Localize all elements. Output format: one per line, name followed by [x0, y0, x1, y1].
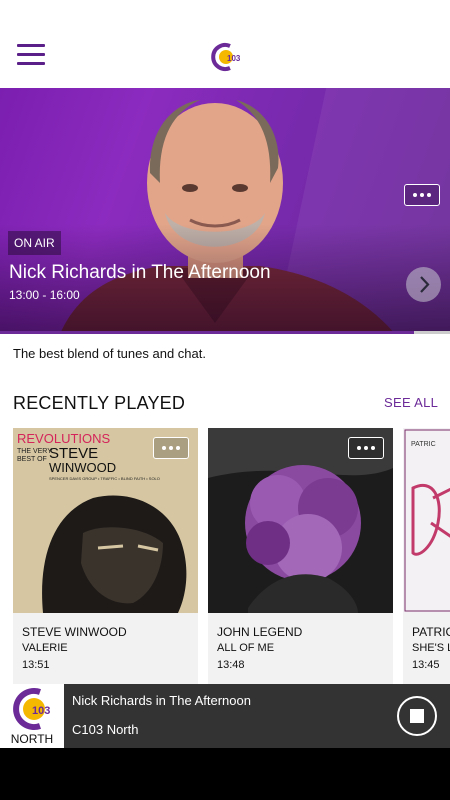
recently-played-card[interactable]: JOHN LEGEND ALL OF ME 13:48 — [208, 428, 393, 684]
station-tagline: The best blend of tunes and chat. — [13, 346, 206, 361]
see-all-link[interactable]: SEE ALL — [384, 395, 438, 410]
chevron-right-icon — [420, 276, 430, 293]
top-bar: 103 — [0, 0, 450, 88]
track-info: STEVE WINWOOD VALERIE 13:51 — [13, 613, 198, 684]
album-cover-image: PATRIC — [403, 428, 450, 613]
show-title: Nick Richards in The Afternoon — [9, 262, 271, 283]
card-more-options-button[interactable] — [348, 437, 384, 459]
recently-played-card[interactable]: REVOLUTIONS THE VERY BEST OF STEVE WINWO… — [13, 428, 198, 684]
now-playing-bar[interactable]: 103 NORTH Nick Richards in The Afternoon… — [0, 684, 450, 748]
svg-text:BEST OF: BEST OF — [17, 456, 47, 463]
track-title: ALL OF ME — [217, 642, 275, 654]
track-artist: STEVE WINWOOD — [22, 625, 127, 639]
show-progress-bar — [0, 331, 450, 334]
svg-text:WINWOOD: WINWOOD — [49, 460, 116, 475]
more-options-icon — [413, 193, 431, 197]
recently-played-card[interactable]: PATRIC PATRICK SHE'S L 13:45 — [403, 428, 450, 684]
svg-text:REVOLUTIONS: REVOLUTIONS — [17, 431, 111, 446]
now-playing-station: C103 North — [72, 722, 139, 737]
station-region: NORTH — [10, 732, 54, 746]
c103-logo: 103 — [13, 688, 50, 730]
hamburger-menu-icon[interactable] — [17, 44, 45, 66]
hero-more-options-button[interactable] — [404, 184, 440, 206]
svg-text:PATRIC: PATRIC — [411, 441, 436, 448]
svg-text:103: 103 — [32, 705, 50, 717]
svg-text:103: 103 — [227, 54, 241, 63]
on-air-badge: ON AIR — [8, 231, 61, 255]
album-art: PATRIC — [403, 428, 450, 613]
stop-icon — [410, 709, 424, 723]
track-title: VALERIE — [22, 642, 68, 654]
track-info: PATRICK SHE'S L 13:45 — [403, 613, 450, 684]
stop-button[interactable] — [397, 696, 437, 736]
track-info: JOHN LEGEND ALL OF ME 13:48 — [208, 613, 393, 684]
track-artist: JOHN LEGEND — [217, 625, 303, 639]
more-options-icon — [162, 446, 180, 450]
more-options-icon — [357, 446, 375, 450]
track-time: 13:45 — [412, 659, 440, 671]
station-logo: 103 NORTH — [0, 684, 64, 748]
c103-logo: 103 — [211, 43, 241, 71]
show-time: 13:00 - 16:00 — [9, 288, 80, 302]
svg-text:SPENCER DAVIS GROUP • TRAFFIC: SPENCER DAVIS GROUP • TRAFFIC • BLIND FA… — [49, 476, 160, 481]
track-time: 13:51 — [22, 659, 50, 671]
recently-played-heading: RECENTLY PLAYED — [13, 393, 186, 413]
svg-text:THE VERY: THE VERY — [17, 448, 52, 455]
app-screen: 103 ON AIR Nick Richards in The Afternoo… — [0, 0, 450, 748]
now-playing-title: Nick Richards in The Afternoon — [72, 693, 251, 708]
card-more-options-button[interactable] — [153, 437, 189, 459]
next-show-button[interactable] — [406, 267, 441, 302]
show-progress-fill — [0, 331, 414, 334]
track-time: 13:48 — [217, 659, 245, 671]
track-title: SHE'S L — [412, 642, 450, 654]
track-artist: PATRICK — [412, 625, 450, 639]
